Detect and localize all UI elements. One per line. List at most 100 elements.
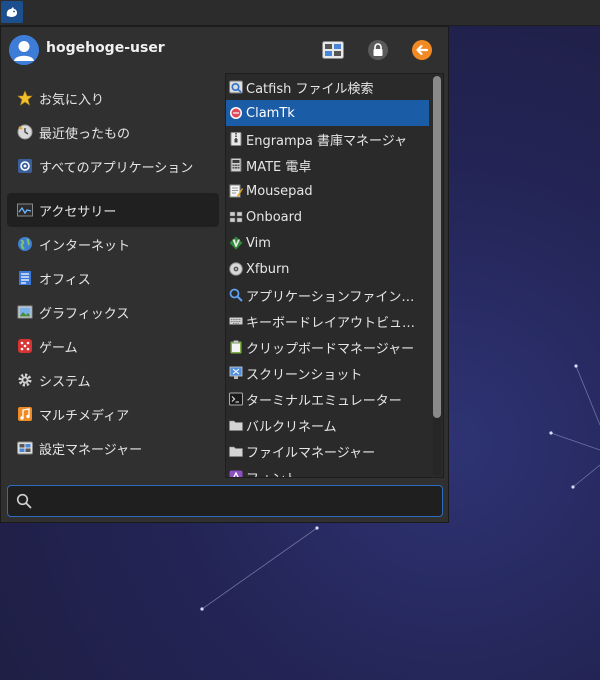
logout-icon: [412, 40, 432, 60]
app-label: Xfburn: [246, 261, 290, 277]
app-label: Mousepad: [246, 183, 313, 199]
app-item-clipboard-manager[interactable]: クリップボードマネージャー: [226, 334, 429, 360]
settings-manager-icon: [322, 41, 344, 59]
category-label: インターネット: [39, 238, 131, 254]
category-label: 最近使ったもの: [39, 126, 131, 142]
lock-screen-button[interactable]: [367, 39, 389, 61]
folder-icon: [229, 418, 243, 432]
category-label: 設定マネージャー: [39, 442, 143, 458]
app-label: スクリーンショット: [246, 367, 363, 383]
category-internet[interactable]: インターネット: [7, 227, 219, 261]
app-item-mousepad[interactable]: Mousepad: [226, 178, 429, 204]
app-label: Engrampa 書庫マネージャ: [246, 133, 408, 149]
keyboard-icon: [229, 314, 243, 328]
user-icon: [9, 35, 39, 65]
category-accessories[interactable]: アクセサリー: [7, 193, 219, 227]
vim-icon: [229, 236, 243, 250]
all-apps-icon: [17, 158, 33, 174]
clipboard-icon: [229, 340, 243, 354]
category-favorites[interactable]: お気に入り: [7, 81, 219, 115]
folder-icon: [229, 444, 243, 458]
dice-icon: [17, 338, 33, 354]
category-label: ゲーム: [39, 340, 78, 356]
lock-screen-icon: [368, 40, 388, 60]
app-item-catfish[interactable]: Catfish ファイル検索: [226, 74, 429, 100]
app-item-file-manager[interactable]: ファイルマネージャー: [226, 438, 429, 464]
logout-button[interactable]: [411, 39, 433, 61]
app-label: キーボードレイアウトビュ…: [246, 315, 416, 331]
category-list: お気に入り 最近使ったもの すべてのアプリケーション アクセサリー インターネッ…: [7, 81, 219, 465]
terminal-icon: [229, 392, 243, 406]
app-label: Vim: [246, 235, 271, 251]
category-separator: [7, 183, 219, 193]
category-system[interactable]: システム: [7, 363, 219, 397]
app-item-engrampa[interactable]: Engrampa 書庫マネージャ: [226, 126, 429, 152]
category-label: アクセサリー: [39, 204, 117, 220]
star-icon: [17, 90, 33, 106]
app-label: MATE 電卓: [246, 159, 312, 175]
settings-icon: [17, 440, 33, 456]
category-label: お気に入り: [39, 92, 105, 108]
search-input[interactable]: [40, 490, 440, 514]
text-editor-icon: [229, 184, 243, 198]
app-item-terminal[interactable]: ターミナルエミュレーター: [226, 386, 429, 412]
category-multimedia[interactable]: マルチメディア: [7, 397, 219, 431]
app-item-xfburn[interactable]: Xfburn: [226, 256, 429, 282]
app-item-keyboard-layout[interactable]: キーボードレイアウトビュ…: [226, 308, 429, 334]
menu-header: hogehoge-user: [1, 27, 450, 73]
application-menu: hogehoge-user お気に入り 最近使ったもの すべてのアプリケーション…: [0, 26, 449, 523]
app-item-mate-calculator[interactable]: MATE 電卓: [226, 152, 429, 178]
settings-manager-button[interactable]: [322, 39, 344, 61]
category-office[interactable]: オフィス: [7, 261, 219, 295]
calculator-icon: [229, 158, 243, 172]
clamtk-icon: [229, 106, 243, 120]
app-label: クリップボードマネージャー: [246, 341, 415, 357]
category-graphics[interactable]: グラフィックス: [7, 295, 219, 329]
category-games[interactable]: ゲーム: [7, 329, 219, 363]
catfish-icon: [229, 80, 243, 94]
username: hogehoge-user: [46, 40, 165, 56]
category-all-applications[interactable]: すべてのアプリケーション: [7, 149, 219, 183]
app-label: フォント: [246, 468, 298, 478]
globe-icon: [17, 236, 33, 252]
app-item-bulk-rename[interactable]: バルクリネーム: [226, 412, 429, 438]
category-label: すべてのアプリケーション: [39, 160, 194, 176]
app-item-appfinder[interactable]: アプリケーションファイン…: [226, 282, 429, 308]
font-icon: [229, 470, 243, 477]
music-icon: [17, 406, 33, 422]
app-item-screenshot[interactable]: スクリーンショット: [226, 360, 429, 386]
app-label: Onboard: [246, 209, 303, 225]
category-recent[interactable]: 最近使ったもの: [7, 115, 219, 149]
search-icon: [16, 493, 32, 509]
graphics-icon: [17, 304, 33, 320]
app-item-fonts[interactable]: フォント: [226, 464, 429, 478]
keyboard-onscreen-icon: [229, 210, 243, 224]
magnifier-icon: [229, 288, 243, 302]
accessories-icon: [17, 202, 33, 218]
whisker-menu-button[interactable]: [1, 1, 23, 23]
category-label: システム: [39, 374, 91, 390]
category-settings[interactable]: 設定マネージャー: [7, 431, 219, 465]
top-panel: [0, 0, 600, 26]
recent-icon: [17, 124, 33, 140]
scrollbar-thumb[interactable]: [433, 76, 441, 418]
app-label: ファイルマネージャー: [246, 445, 376, 461]
office-icon: [17, 270, 33, 286]
gear-icon: [17, 372, 33, 388]
app-item-vim[interactable]: Vim: [226, 230, 429, 256]
app-item-clamtk[interactable]: ClamTk: [226, 100, 429, 126]
app-label: ClamTk: [246, 105, 295, 121]
app-label: ターミナルエミュレーター: [246, 393, 402, 409]
screenshot-icon: [229, 366, 243, 380]
category-label: グラフィックス: [39, 306, 130, 322]
archive-icon: [229, 132, 243, 146]
app-list-scrollbar[interactable]: [433, 76, 441, 475]
application-list: Catfish ファイル検索 ClamTk Engrampa 書庫マネージャ M…: [225, 73, 444, 478]
app-label: アプリケーションファイン…: [246, 289, 415, 305]
app-label: バルクリネーム: [246, 419, 337, 435]
search-box[interactable]: [7, 485, 443, 517]
category-label: マルチメディア: [39, 408, 130, 424]
xfce-mouse-icon: [6, 7, 17, 17]
disc-icon: [229, 262, 243, 276]
app-item-onboard[interactable]: Onboard: [226, 204, 429, 230]
